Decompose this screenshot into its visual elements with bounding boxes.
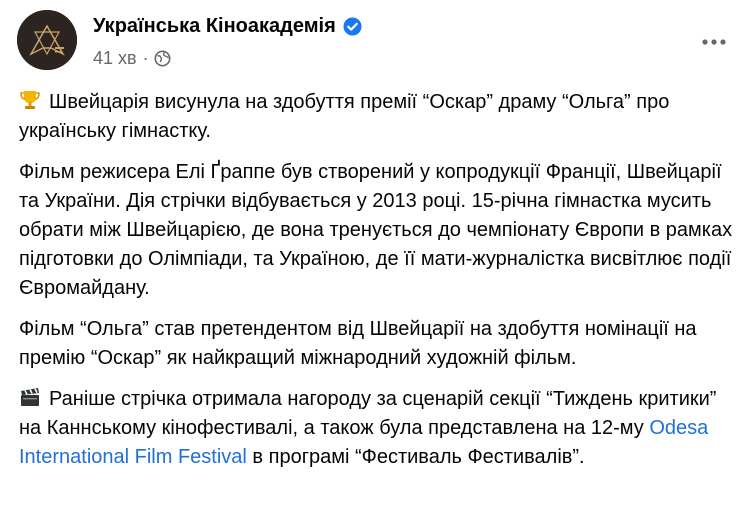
paragraph-3: Фільм “Ольга” став претендентом від Швей… [19,318,697,369]
post-meta: 41 хв · [93,47,171,69]
page-name[interactable]: Українська Кіноакадемія [93,14,336,38]
page-avatar[interactable] [17,10,77,70]
globe-icon[interactable] [154,50,171,67]
post-timestamp[interactable]: 41 хв [93,47,137,69]
paragraph-2: Фільм режисера Елі Ґраппе був створений … [19,161,733,299]
more-options-icon [702,39,726,45]
paragraph-1: Швейцарія висунула на здобуття премії “О… [19,88,735,146]
paragraph-1-text: Швейцарія висунула на здобуття премії “О… [19,91,670,142]
paragraph-4: Раніше стрічка отримала нагороду за сцен… [19,385,735,472]
trophy-emoji [19,89,41,111]
kinoakademia-logo [17,10,77,70]
paragraph-4-text-after: в програмі “Фестиваль Фестивалів”. [246,446,585,468]
clapper-board-emoji [19,386,41,408]
paragraph-4-text-before: Раніше стрічка отримала нагороду за сцен… [19,388,717,439]
more-options-button[interactable] [694,28,734,56]
meta-separator: · [142,48,149,68]
page-name-row: Українська Кіноакадемія [93,14,362,38]
verified-badge-icon [343,17,362,36]
facebook-post: Українська Кіноакадемія 41 хв · Швейцарі… [0,0,750,531]
post-body: Швейцарія висунула на здобуття премії “О… [19,88,735,484]
